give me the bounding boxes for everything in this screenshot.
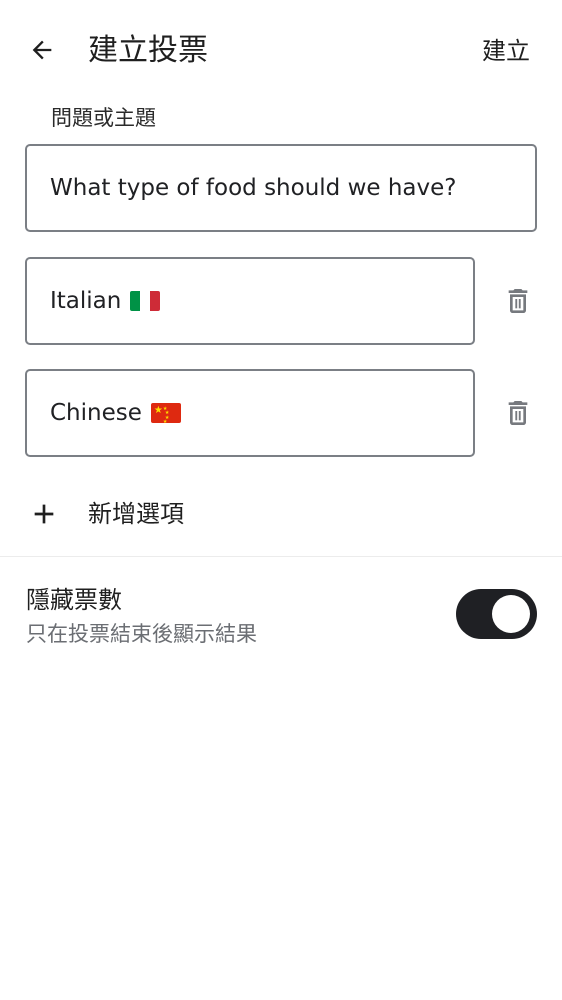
option-input-1-value: Italian: [50, 288, 122, 314]
arrow-back-icon: [32, 40, 52, 60]
option-input-2-value: Chinese: [50, 400, 142, 426]
question-input[interactable]: What type of food should we have?: [25, 144, 537, 232]
create-button[interactable]: 建立: [482, 36, 530, 66]
delete-option-1-button[interactable]: [496, 279, 540, 323]
divider: [0, 556, 562, 557]
hide-votes-title: 隱藏票數: [26, 586, 122, 614]
plus-icon: [34, 504, 54, 524]
question-label: 問題或主題: [51, 106, 156, 130]
trash-icon: [508, 401, 528, 425]
option-input-2[interactable]: Chinese ★ ★ ★ ★ ★: [25, 369, 475, 457]
page-title: 建立投票: [88, 33, 208, 68]
question-input-value: What type of food should we have?: [50, 175, 457, 201]
back-button[interactable]: [22, 30, 62, 70]
flag-italy-icon: [130, 291, 161, 311]
option-input-1[interactable]: Italian: [25, 257, 475, 345]
hide-votes-subtitle: 只在投票結束後顯示結果: [26, 622, 257, 646]
flag-china-icon: ★ ★ ★ ★ ★: [150, 403, 181, 423]
trash-icon: [508, 289, 528, 313]
delete-option-2-button[interactable]: [496, 391, 540, 435]
add-option-button[interactable]: 新增選項: [0, 484, 562, 544]
add-option-label: 新增選項: [88, 500, 184, 528]
toggle-knob: [492, 595, 530, 633]
app-bar: 建立投票 建立: [0, 0, 562, 104]
hide-votes-toggle[interactable]: [456, 589, 537, 639]
